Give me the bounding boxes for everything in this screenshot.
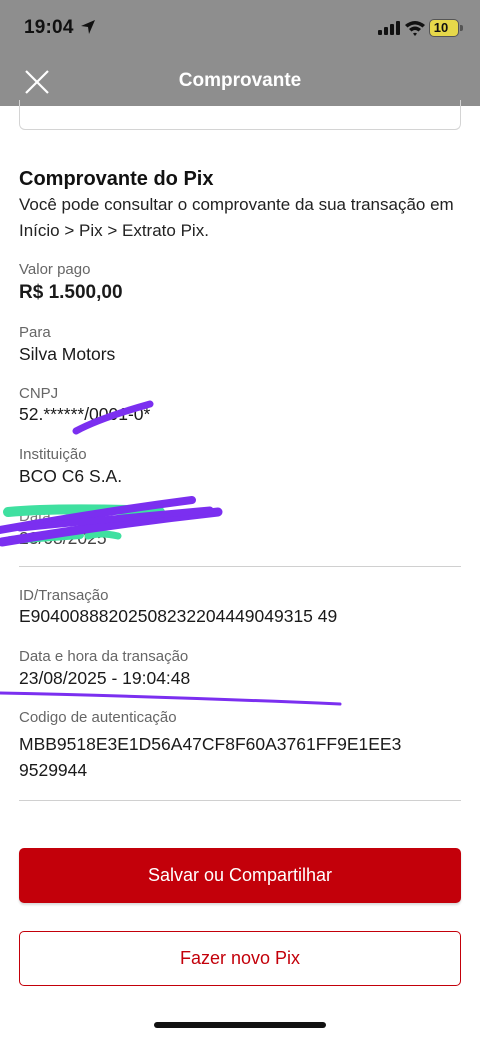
status-bar: 19:04 10 [0, 0, 480, 56]
receipt-title: Comprovante do Pix [19, 168, 214, 190]
transaction-id-label: ID/Transação [19, 587, 109, 604]
auth-code-line-2: 9529944 [19, 760, 88, 780]
battery-level: 10 [433, 20, 449, 35]
new-pix-button[interactable]: Fazer novo Pix [19, 931, 461, 986]
battery-icon: 10 [429, 19, 463, 37]
save-share-button[interactable]: Salvar ou Compartilhar [19, 848, 461, 903]
institution-value: BCO C6 S.A. [19, 466, 123, 486]
receipt-description: Você pode consultar o comprovante da sua… [19, 195, 454, 240]
redacted-label: Data [19, 508, 51, 525]
nav-bar: Comprovante [0, 56, 480, 106]
datetime-value: 23/08/2025 - 19:04:48 [19, 668, 191, 688]
page-title: Comprovante [178, 70, 302, 91]
auth-code-line-1: MBB9518E3E1D56A47CF8F60A3761FF9E1EE3 [19, 734, 402, 754]
datetime-label: Data e hora da transação [19, 648, 189, 665]
recipient-label: Para [19, 324, 51, 341]
redacted-value: 23/08/2025 [19, 528, 107, 548]
institution-label: Instituição [19, 446, 87, 463]
section-divider [19, 800, 461, 801]
status-time: 19:04 [24, 17, 74, 38]
auth-code-label: Codigo de autenticação [19, 709, 177, 726]
wifi-icon [405, 21, 425, 36]
home-indicator[interactable] [154, 1022, 326, 1028]
amount-value: R$ 1.500,00 [19, 282, 123, 303]
cnpj-value: 52.******/0001-0* [19, 404, 151, 424]
amount-label: Valor pago [19, 261, 91, 278]
section-divider [19, 566, 461, 567]
cellular-signal-icon [378, 21, 400, 35]
summary-card [19, 100, 461, 130]
location-arrow-icon [81, 20, 95, 34]
recipient-value: Silva Motors [19, 344, 116, 364]
transaction-id-value: E90400888202508232204449049315 49 [19, 606, 338, 626]
cnpj-label: CNPJ [19, 385, 59, 402]
